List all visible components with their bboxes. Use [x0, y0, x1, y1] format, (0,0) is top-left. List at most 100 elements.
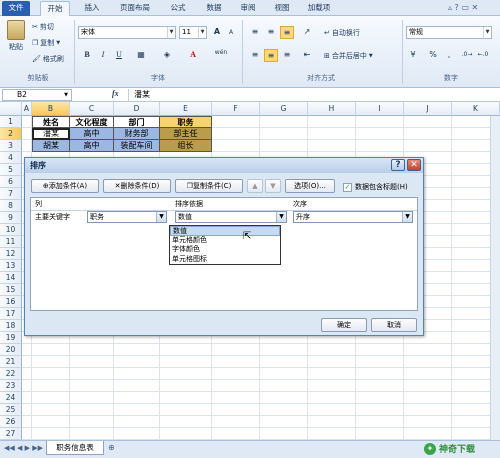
wrap-text-button[interactable]: ↵ 自动换行 — [324, 28, 360, 38]
chevron-down-icon[interactable]: ▼ — [156, 212, 166, 222]
dropdown-option[interactable]: 单元格图标 — [170, 255, 280, 265]
row-header[interactable]: 20 — [0, 344, 22, 356]
sheet-nav-arrows[interactable]: ◀◀ ◀ ▶ ▶▶ — [4, 444, 43, 452]
column-header[interactable]: I — [356, 102, 404, 116]
row-header[interactable]: 27 — [0, 428, 22, 440]
add-level-button[interactable]: ⊕添加条件(A) — [31, 179, 99, 193]
row-header[interactable]: 13 — [0, 260, 22, 272]
row-header[interactable]: 17 — [0, 308, 22, 320]
column-header[interactable]: D — [114, 102, 160, 116]
column-header[interactable]: F — [212, 102, 260, 116]
tab-home[interactable]: 开始 — [40, 1, 70, 17]
align-left-icon[interactable]: ≡ — [248, 49, 262, 62]
row-header[interactable]: 24 — [0, 392, 22, 404]
table-cell[interactable]: 装配车间 — [114, 140, 160, 152]
vertical-scrollbar[interactable] — [490, 116, 500, 440]
row-header[interactable]: 9 — [0, 212, 22, 224]
column-header[interactable]: E — [160, 102, 212, 116]
sheet-tab[interactable]: 职务信息表 — [46, 441, 104, 455]
insert-function-button[interactable]: fx — [112, 89, 119, 98]
font-name-combo[interactable]: 宋体 ▼ — [78, 26, 176, 39]
table-header-cell[interactable]: 文化程度 — [70, 116, 114, 128]
ribbon-window-controls[interactable]: ▵ ? ▭ ✕ — [448, 3, 478, 12]
row-header[interactable]: 12 — [0, 248, 22, 260]
cancel-button[interactable]: 取消 — [371, 318, 417, 332]
row-header[interactable]: 7 — [0, 188, 22, 200]
row-header[interactable]: 15 — [0, 284, 22, 296]
tab-file[interactable]: 文件 — [2, 1, 30, 16]
row-header[interactable]: 26 — [0, 416, 22, 428]
decrease-decimal-icon[interactable]: ←.0 — [476, 49, 490, 62]
comma-button[interactable]: , — [442, 49, 456, 62]
name-box[interactable]: B2 ▼ — [2, 89, 72, 101]
row-header[interactable]: 23 — [0, 380, 22, 392]
table-cell[interactable]: 高中 — [70, 140, 114, 152]
order-select[interactable]: 升序 ▼ — [293, 211, 413, 223]
merge-center-button[interactable]: ⊞ 合并后居中 ▼ — [324, 51, 373, 61]
column-header[interactable]: B — [32, 102, 70, 116]
ok-button[interactable]: 确定 — [321, 318, 367, 332]
tab-formulas[interactable]: 公式 — [164, 1, 192, 16]
table-cell[interactable]: 高中 — [70, 128, 114, 140]
column-header[interactable]: A — [22, 102, 32, 116]
chevron-down-icon[interactable]: ▼ — [167, 27, 175, 38]
align-bottom-icon[interactable]: ≡ — [280, 26, 294, 39]
has-headers-checkbox[interactable]: ✓ 数据包含标题(H) — [343, 182, 408, 192]
cut-button[interactable]: ✂ 剪切 — [32, 22, 54, 32]
table-cell[interactable]: 潘某 — [32, 128, 70, 140]
format-painter-button[interactable]: 🖌 格式刷 — [32, 54, 64, 64]
row-header[interactable]: 22 — [0, 368, 22, 380]
row-header[interactable]: 3 — [0, 140, 22, 152]
new-sheet-icon[interactable]: ⊕ — [108, 443, 115, 452]
chevron-down-icon[interactable]: ▼ — [402, 212, 412, 222]
dropdown-option[interactable]: 数值 — [170, 226, 280, 236]
row-header[interactable]: 14 — [0, 272, 22, 284]
formula-input[interactable]: 潘某 — [128, 89, 498, 101]
percent-button[interactable]: % — [426, 49, 440, 62]
table-header-cell[interactable]: 姓名 — [32, 116, 70, 128]
column-header[interactable]: H — [308, 102, 356, 116]
row-header[interactable]: 19 — [0, 332, 22, 344]
column-header[interactable]: C — [70, 102, 114, 116]
underline-button[interactable]: U — [112, 49, 126, 62]
delete-level-button[interactable]: ✕删除条件(D) — [103, 179, 171, 193]
row-header[interactable]: 25 — [0, 404, 22, 416]
options-button[interactable]: 选项(O)... — [285, 179, 335, 193]
table-header-cell[interactable]: 部门 — [114, 116, 160, 128]
chevron-down-icon[interactable]: ▼ — [276, 212, 286, 222]
table-cell[interactable]: 财务部 — [114, 128, 160, 140]
close-button[interactable]: ✕ — [407, 159, 421, 171]
row-header[interactable]: 1 — [0, 116, 22, 128]
select-all-corner[interactable] — [0, 102, 22, 116]
row-header[interactable]: 11 — [0, 236, 22, 248]
indent-icon[interactable]: ⇤ — [300, 49, 314, 62]
table-cell[interactable]: 胡某 — [32, 140, 70, 152]
help-button[interactable]: ? — [391, 159, 405, 171]
row-header[interactable]: 4 — [0, 152, 22, 164]
fill-color-button[interactable]: ◈ — [160, 49, 174, 62]
tab-review[interactable]: 审阅 — [234, 1, 262, 16]
row-header[interactable]: 10 — [0, 224, 22, 236]
sort-column-select[interactable]: 职务 ▼ — [87, 211, 167, 223]
font-size-combo[interactable]: 11 ▼ — [179, 26, 207, 39]
number-format-combo[interactable]: 常规 ▼ — [406, 26, 492, 39]
column-header[interactable]: K — [452, 102, 500, 116]
orientation-icon[interactable]: ↗ — [300, 26, 314, 39]
borders-button[interactable]: ▦ — [134, 49, 148, 62]
chevron-down-icon[interactable]: ▼ — [198, 27, 206, 38]
paste-button[interactable]: 粘贴 — [4, 20, 28, 52]
align-center-icon[interactable]: ≡ — [264, 49, 278, 62]
column-header[interactable]: G — [260, 102, 308, 116]
row-header[interactable]: 8 — [0, 200, 22, 212]
copy-level-button[interactable]: ❐复制条件(C) — [175, 179, 243, 193]
sort-on-select[interactable]: 数值 ▼ — [175, 211, 287, 223]
column-header[interactable]: J — [404, 102, 452, 116]
row-header[interactable]: 16 — [0, 296, 22, 308]
italic-button[interactable]: I — [96, 49, 110, 62]
table-cell[interactable]: 部主任 — [160, 128, 212, 140]
row-header[interactable]: 2 — [0, 128, 22, 140]
currency-icon[interactable]: ¥ — [406, 49, 420, 62]
tab-addins[interactable]: 加载项 — [302, 1, 336, 16]
table-header-cell[interactable]: 职务 — [160, 116, 212, 128]
row-header[interactable]: 18 — [0, 320, 22, 332]
